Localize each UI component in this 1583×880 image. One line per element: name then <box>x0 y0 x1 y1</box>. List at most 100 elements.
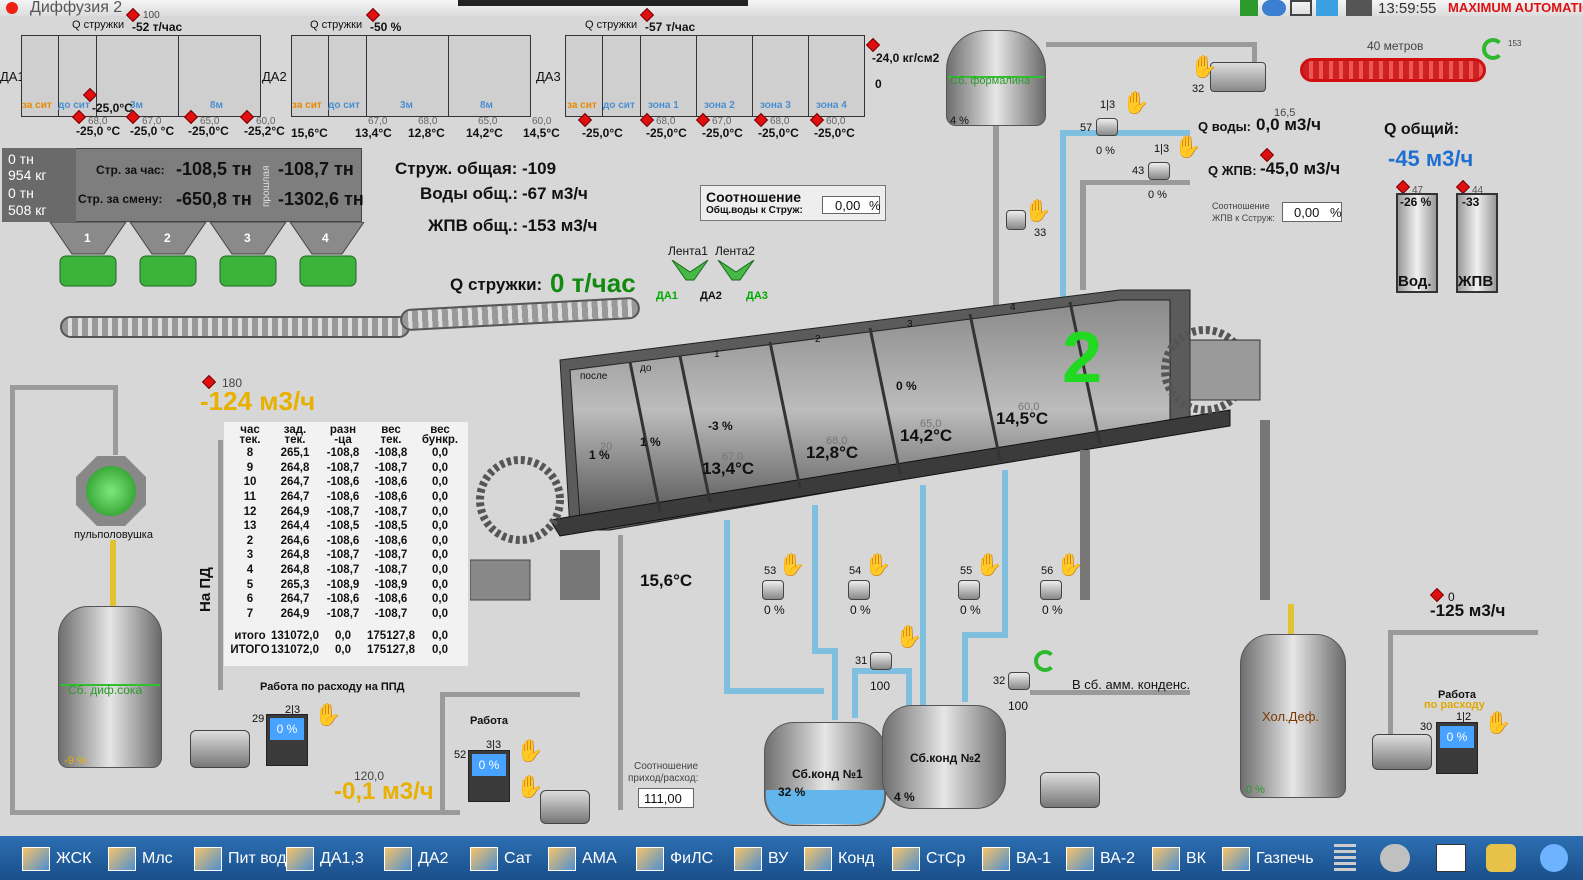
hand-icon[interactable]: ✋ <box>516 740 543 762</box>
taskbar-item[interactable]: АМА <box>548 844 617 874</box>
menu-icon[interactable] <box>1334 844 1356 872</box>
taskbar-item[interactable]: ЖСК <box>22 844 91 874</box>
valve-32[interactable] <box>1008 672 1030 690</box>
plus-icon[interactable] <box>1240 0 1258 16</box>
hand-icon[interactable]: ✋ <box>1484 712 1511 734</box>
remote-bar[interactable] <box>458 0 748 6</box>
work-pump-pct: 0 % <box>472 754 506 776</box>
belt-motor[interactable] <box>1210 62 1266 92</box>
valve-53[interactable] <box>762 580 784 600</box>
conveyor-belt[interactable] <box>60 316 410 338</box>
valve-57[interactable] <box>1096 118 1118 136</box>
sensor-icon[interactable] <box>1455 179 1471 195</box>
hand-icon[interactable]: ✋ <box>864 554 891 576</box>
v43-ratio: 1|3 <box>1154 143 1170 155</box>
taskbar-item[interactable]: ВУ <box>734 844 788 874</box>
table-cell: 0,0 <box>432 643 448 656</box>
taskbar-item[interactable]: ВА-1 <box>982 844 1051 874</box>
user-icon[interactable] <box>1540 844 1568 872</box>
drain-pipe <box>852 668 858 718</box>
hoppers <box>49 222 365 287</box>
to-amm-label: В сб. амм. конденс. <box>1072 677 1191 692</box>
v54-id: 54 <box>849 565 862 577</box>
sensor-icon[interactable] <box>1395 179 1411 195</box>
hand-icon[interactable]: ✋ <box>1024 200 1051 222</box>
pipe <box>218 440 223 690</box>
valve-55[interactable] <box>958 580 980 600</box>
table-row: 5 265,3 -108,9 -108,9 0,0 <box>229 577 465 592</box>
v57-ratio: 1|3 <box>1100 99 1116 111</box>
work-pump-label: Работа <box>470 715 509 727</box>
shift-label: Стр. за смену: <box>78 192 163 206</box>
taskbar-label: ВА-1 <box>1016 850 1052 867</box>
work-pump[interactable] <box>540 790 590 824</box>
table-total-row: ИТОГО 131072,0 0,0 175127,8 0,0 <box>229 643 465 658</box>
zone-before: до <box>640 363 652 374</box>
da3-sec-3: зона 2 <box>704 100 735 111</box>
network-icon[interactable] <box>1290 0 1312 16</box>
juice-pump[interactable] <box>190 730 250 768</box>
cold-pump[interactable] <box>1372 734 1432 770</box>
table-cell: 9 <box>246 461 254 474</box>
drain-pipe <box>962 632 1008 638</box>
refresh-icon[interactable] <box>1034 650 1056 672</box>
sensor-icon[interactable] <box>1429 587 1445 603</box>
taskbar-item[interactable]: Млс <box>108 844 173 874</box>
drum-pct-1: 1 % <box>640 435 661 449</box>
camera-icon[interactable] <box>1346 0 1372 16</box>
pipe <box>1388 630 1393 734</box>
valve-56[interactable] <box>1040 580 1062 600</box>
ratio2-title: Соотношение <box>1212 201 1270 211</box>
ratio2-value: 0,00 <box>1294 205 1320 220</box>
zhpv-bar-label: ЖПВ <box>1458 273 1494 290</box>
yellow-pipe <box>1288 604 1294 638</box>
hand-icon[interactable]: ✋ <box>1174 136 1201 158</box>
taskbar-label: ФиЛС <box>670 850 714 867</box>
valve-43[interactable] <box>1148 162 1170 180</box>
taskbar-item[interactable]: Газпечь <box>1222 844 1314 874</box>
gear-icon[interactable] <box>1380 844 1410 872</box>
hand-icon[interactable]: ✋ <box>895 626 922 648</box>
cold-pump-controller[interactable]: 0 % <box>1436 722 1478 774</box>
juice-pump-controller[interactable]: 0 % <box>266 714 308 766</box>
juice-pump-pct: 0 % <box>270 718 304 740</box>
trend-icon[interactable] <box>1436 844 1466 872</box>
chat-icon[interactable] <box>1262 0 1286 16</box>
worker-icon[interactable] <box>1486 844 1516 872</box>
pipe <box>10 385 15 815</box>
cond-tank-1-pct: 32 % <box>778 785 806 799</box>
table-cell: -108,7 <box>326 505 360 518</box>
table-cell: 0,0 <box>432 593 448 606</box>
taskbar-item[interactable]: ДА1,3 <box>286 844 364 874</box>
belt40[interactable] <box>1300 58 1486 82</box>
hand-icon[interactable]: ✋ <box>975 554 1002 576</box>
table-cell: 0,0 <box>432 491 448 504</box>
taskbar-item[interactable]: ВК <box>1152 844 1206 874</box>
refresh-icon[interactable] <box>1482 38 1504 60</box>
hand-icon[interactable]: ✋ <box>1056 554 1083 576</box>
v53-id: 53 <box>764 565 777 577</box>
app-icon <box>194 847 222 871</box>
sensor-icon[interactable] <box>865 37 881 53</box>
da2-label: ДА2 <box>262 69 287 84</box>
valve-33[interactable] <box>1006 210 1026 230</box>
hand-icon[interactable]: ✋ <box>1122 92 1149 114</box>
cond-pump[interactable] <box>1040 772 1100 808</box>
hand-icon[interactable]: ✋ <box>314 704 341 726</box>
taskbar-item[interactable]: СтСр <box>892 844 965 874</box>
yellow-pipe <box>110 540 116 610</box>
hand-icon[interactable]: ✋ <box>1190 56 1217 78</box>
taskbar-item[interactable]: ВА-2 <box>1066 844 1135 874</box>
taskbar-item[interactable]: ФиЛС <box>636 844 713 874</box>
valve-54[interactable] <box>848 580 870 600</box>
valve-31[interactable] <box>870 652 892 670</box>
close-icon[interactable] <box>6 2 18 14</box>
app-icon <box>1222 847 1250 871</box>
work-pump-controller[interactable]: 0 % <box>468 750 510 802</box>
taskbar-item[interactable]: Конд <box>804 844 874 874</box>
hand-icon[interactable]: ✋ <box>778 554 805 576</box>
taskbar-item[interactable]: Сат <box>470 844 532 874</box>
taskbar-item[interactable]: Пит вода <box>194 844 295 874</box>
telegram-icon[interactable] <box>1316 0 1338 16</box>
taskbar-item[interactable]: ДА2 <box>384 844 448 874</box>
